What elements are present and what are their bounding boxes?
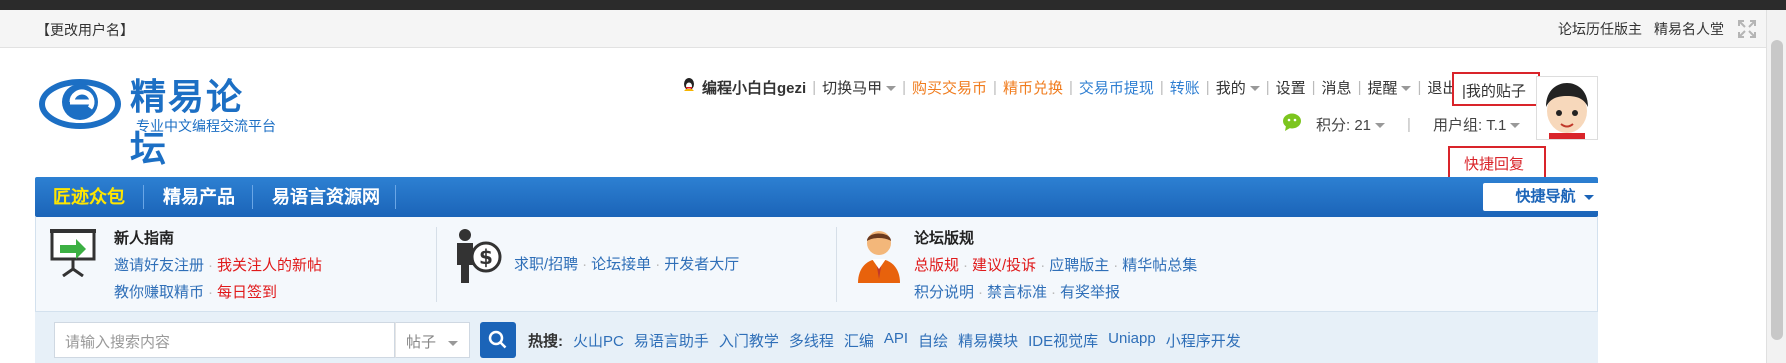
hot-search-label: 热搜: <box>528 333 563 350</box>
site-logo[interactable]: 精易论坛 专业中文编程交流平台 <box>38 58 278 169</box>
nav-item-products[interactable]: 精易产品 <box>145 177 253 217</box>
switch-account-label: 切换马甲 <box>822 79 883 97</box>
points-label: 积分: 21 <box>1316 116 1372 134</box>
hot-search-item[interactable]: 入门教学 <box>719 330 779 351</box>
user-nav: 编程小白白gezi | 切换马甲 | 购买交易币 | 精币兑换 | 交易币提现 … <box>680 76 1457 98</box>
earn-coins-link[interactable]: 教你赚取精币 <box>114 284 204 301</box>
username-link[interactable]: 编程小白白gezi <box>702 77 806 98</box>
fullscreen-icon[interactable] <box>1736 18 1758 40</box>
svg-text:$: $ <box>479 245 493 269</box>
chevron-down-icon <box>1510 123 1521 129</box>
user-group-label: 用户组: T.1 <box>1432 116 1507 134</box>
chevron-down-icon <box>448 340 459 346</box>
my-posts-link[interactable]: |我的贴子 <box>1452 72 1540 106</box>
job-recruit-link[interactable]: 求职/招聘 <box>514 256 578 273</box>
hot-search-item[interactable]: 火山PC <box>573 330 624 351</box>
hot-search-item[interactable]: Uniapp <box>1108 330 1156 351</box>
money-person-icon: $ <box>454 227 506 302</box>
newbie-guide: 新人指南 邀请好友注册 · 我关注人的新帖 教你赚取精币 · 每日签到 <box>114 227 414 302</box>
hot-search-item[interactable]: IDE视觉库 <box>1028 330 1098 351</box>
hot-search-item[interactable]: 汇编 <box>844 330 874 351</box>
points-menu[interactable]: 积分: 21 <box>1316 114 1386 135</box>
withdraw-link[interactable]: 交易币提现 <box>1079 77 1154 98</box>
general-rules-link[interactable]: 总版规 <box>914 257 959 274</box>
user-group-menu[interactable]: 用户组: T.1 <box>1432 114 1521 135</box>
search-type-select[interactable]: 帖子 <box>395 322 470 358</box>
avatar[interactable] <box>1536 76 1598 140</box>
search-bar: 请输入搜索内容 帖子 热搜: 火山PC 易语言助手 入门教学 多线程 汇编 AP… <box>35 312 1598 363</box>
user-stats: 积分: 21 | 用户组: T.1 <box>1282 112 1521 136</box>
mine-menu[interactable]: 我的 <box>1216 77 1260 98</box>
wechat-icon[interactable] <box>1282 112 1304 136</box>
coin-exchange-link[interactable]: 精币兑换 <box>1003 77 1063 98</box>
mine-label: 我的 <box>1215 79 1246 97</box>
forum-rules: 论坛版规 总版规 · 建议/投诉 · 应聘版主 · 精华帖总集 积分说明 · 禁言标准 · 有奖举报 <box>914 227 1334 302</box>
newbie-guide-title: 新人指南 <box>114 230 175 247</box>
followed-new-posts-link[interactable]: 我关注人的新帖 <box>217 257 322 274</box>
search-input[interactable]: 请输入搜索内容 <box>54 322 395 358</box>
daily-signin-link[interactable]: 每日签到 <box>217 284 277 301</box>
search-type-label: 帖子 <box>406 334 437 351</box>
nav-item-crowdsourcing[interactable]: 匠迹众包 <box>35 177 143 217</box>
scrollbar-thumb[interactable] <box>1771 40 1783 340</box>
search-button[interactable] <box>480 322 516 358</box>
hot-searches: 热搜: 火山PC 易语言助手 入门教学 多线程 汇编 API 自绘 精易模块 I… <box>528 330 1241 351</box>
window-top-edge <box>0 0 1786 10</box>
search-icon <box>488 330 507 349</box>
chevron-down-icon <box>1401 86 1412 92</box>
user-top-bar: 【更改用户名】 论坛历任版主 精易名人堂 <box>0 10 1766 48</box>
hot-search-item[interactable]: 多线程 <box>789 330 834 351</box>
points-explain-link[interactable]: 积分说明 <box>914 284 974 301</box>
transfer-link[interactable]: 转账 <box>1170 77 1200 98</box>
logo-e-icon <box>39 79 121 129</box>
nav-item-resources[interactable]: 易语言资源网 <box>254 177 398 217</box>
hot-search-item[interactable]: 自绘 <box>918 330 948 351</box>
qq-icon <box>680 76 698 98</box>
buy-coin-link[interactable]: 购买交易币 <box>912 77 987 98</box>
chevron-down-icon <box>1583 194 1594 200</box>
moderator-icon <box>854 227 906 302</box>
logo-subtitle: 专业中文编程交流平台 <box>136 118 276 134</box>
messages-link[interactable]: 消息 <box>1322 77 1352 98</box>
quick-reply-button[interactable]: 快捷回复 <box>1448 146 1546 179</box>
forum-orders-link[interactable]: 论坛接单 <box>591 256 651 273</box>
former-moderators-link[interactable]: 论坛历任版主 <box>1558 19 1642 39</box>
chevron-down-icon <box>1375 123 1386 129</box>
hot-search-item[interactable]: 易语言助手 <box>634 330 709 351</box>
ban-standard-link[interactable]: 禁言标准 <box>987 284 1047 301</box>
chevron-down-icon <box>886 86 897 92</box>
hot-search-item[interactable]: 小程序开发 <box>1166 330 1241 351</box>
chevron-down-icon <box>1249 86 1260 92</box>
remind-menu[interactable]: 提醒 <box>1367 77 1412 98</box>
change-username-link[interactable]: 【更改用户名】 <box>36 20 134 40</box>
quick-nav-label: 快捷导航 <box>1515 188 1576 205</box>
main-nav: 匠迹众包 精易产品 易语言资源网 快捷导航 <box>35 177 1626 217</box>
settings-link[interactable]: 设置 <box>1276 77 1306 98</box>
apply-moderator-link[interactable]: 应聘版主 <box>1049 257 1109 274</box>
hall-of-fame-link[interactable]: 精易名人堂 <box>1654 19 1724 39</box>
header: 精易论坛 专业中文编程交流平台 编程小白白gezi | 切换马甲 | 购买交易币… <box>0 48 1766 179</box>
suggestion-complaint-link[interactable]: 建议/投诉 <box>972 257 1036 274</box>
scrollbar[interactable] <box>1766 10 1786 363</box>
info-panel: 新人指南 邀请好友注册 · 我关注人的新帖 教你赚取精币 · 每日签到 $ 求职/招聘 ·… <box>35 217 1598 312</box>
presentation-icon <box>50 227 96 302</box>
featured-posts-link[interactable]: 精华帖总集 <box>1122 257 1197 274</box>
hot-search-item[interactable]: 精易模块 <box>958 330 1018 351</box>
reward-report-link[interactable]: 有奖举报 <box>1060 284 1120 301</box>
remind-label: 提醒 <box>1367 79 1398 97</box>
hot-search-item[interactable]: API <box>884 330 908 351</box>
invite-friends-link[interactable]: 邀请好友注册 <box>114 257 204 274</box>
developer-hall-link[interactable]: 开发者大厅 <box>664 256 739 273</box>
switch-account-menu[interactable]: 切换马甲 <box>822 77 897 98</box>
quick-nav-button[interactable]: 快捷导航 <box>1483 183 1626 211</box>
forum-rules-title: 论坛版规 <box>914 230 975 247</box>
